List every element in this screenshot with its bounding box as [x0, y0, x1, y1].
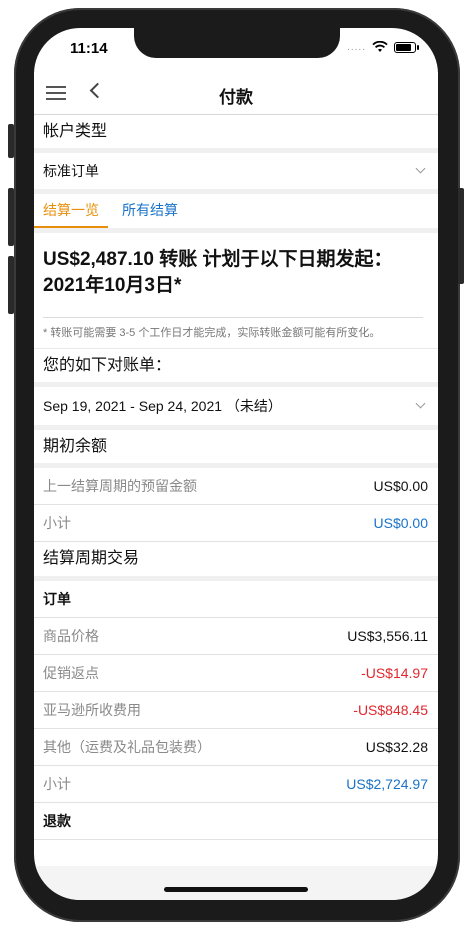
row-value: US$0.00: [373, 478, 428, 494]
volume-up-button: [8, 188, 14, 246]
table-row: 小计 US$0.00: [34, 505, 438, 542]
row-label: 亚马逊所收费用: [43, 702, 141, 718]
row-label: 其他（运费及礼品包装费）: [43, 739, 211, 755]
volume-down-button: [8, 256, 14, 314]
transfer-amount-text: US$2,487.10 转账 计划于以下日期发起：2021年10月3日*: [43, 249, 393, 296]
tab-settlement-summary[interactable]: 结算一览: [34, 194, 108, 228]
signal-icon: .....: [347, 41, 366, 53]
statement-value: Sep 19, 2021 - Sep 24, 2021 （未结）: [43, 398, 282, 414]
status-time: 11:14: [70, 40, 108, 57]
row-value: US$32.28: [365, 739, 428, 755]
row-value: -US$14.97: [361, 665, 428, 681]
statement-select[interactable]: Sep 19, 2021 - Sep 24, 2021 （未结）: [34, 387, 438, 430]
main-content: 帐户类型 标准订单 结算一览 所有结算 US$2,487.10 转账 计划于以下…: [34, 115, 438, 840]
statement-heading: 您的如下对账单：: [34, 349, 438, 387]
refunds-heading: 退款: [34, 803, 438, 840]
opening-balance-heading: 期初余额: [34, 430, 438, 468]
mute-switch: [8, 124, 14, 158]
transfer-summary: US$2,487.10 转账 计划于以下日期发起：2021年10月3日* * 转…: [34, 233, 438, 348]
chevron-down-icon: [415, 163, 426, 174]
row-value: -US$848.45: [353, 702, 428, 718]
tab-all-settlements[interactable]: 所有结算: [122, 194, 178, 226]
table-row: 小计 US$2,724.97: [34, 766, 438, 803]
orders-heading: 订单: [34, 581, 438, 618]
row-label: 上一结算周期的预留金额: [43, 478, 197, 494]
battery-icon: [394, 41, 419, 53]
nav-bar: 付款: [34, 72, 438, 115]
wifi-icon: [372, 41, 388, 52]
table-row: 其他（运费及礼品包装费） US$32.28: [34, 729, 438, 766]
notch: [134, 28, 340, 58]
transactions-heading: 结算周期交易: [34, 542, 438, 581]
row-label: 小计: [43, 515, 71, 531]
status-icons: .....: [347, 41, 419, 53]
table-row: 上一结算周期的预留金额 US$0.00: [34, 468, 438, 505]
bottom-area: [34, 866, 438, 900]
chevron-down-icon: [415, 398, 426, 409]
row-label: 商品价格: [43, 628, 99, 644]
power-button: [458, 188, 464, 284]
row-label: 小计: [43, 776, 71, 792]
row-label: 促销返点: [43, 665, 99, 681]
account-type-heading: 帐户类型: [34, 115, 438, 153]
subtotal-link[interactable]: US$2,724.97: [346, 766, 428, 802]
home-indicator[interactable]: [164, 887, 308, 892]
transfer-note: * 转账可能需要 3-5 个工作日才能完成，实际转账金额可能有所变化。: [43, 327, 381, 339]
row-value: US$3,556.11: [347, 628, 428, 644]
subtotal-link[interactable]: US$0.00: [374, 505, 428, 541]
table-row: 亚马逊所收费用 -US$848.45: [34, 692, 438, 729]
table-row: 促销返点 -US$14.97: [34, 655, 438, 692]
tab-bar: 结算一览 所有结算: [34, 194, 438, 233]
account-type-select[interactable]: 标准订单: [34, 153, 438, 194]
screen: 11:14 ..... 付款 帐户类型 标准订单 结算一览 所有结算 US$2,…: [34, 28, 438, 900]
account-type-value: 标准订单: [43, 163, 99, 179]
page-title: 付款: [219, 88, 253, 107]
table-row: 商品价格 US$3,556.11: [34, 618, 438, 655]
